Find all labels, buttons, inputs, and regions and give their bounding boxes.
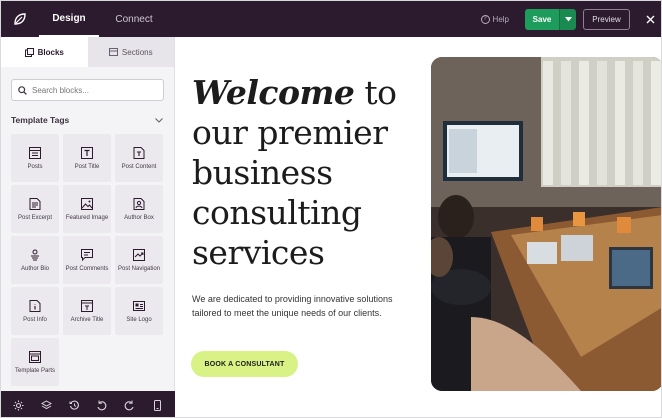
save-options-button[interactable] (559, 8, 576, 30)
block-post-title[interactable]: Post Title (63, 134, 111, 182)
search-box (11, 79, 164, 101)
post-content-icon (133, 146, 145, 159)
hero-headline[interactable]: Welcome to our premier business consulti… (192, 73, 412, 273)
save-group: Save (525, 8, 576, 30)
block-post-info[interactable]: Post Info (11, 287, 59, 335)
block-label: Post Excerpt (17, 214, 52, 221)
section-title: Template Tags (11, 115, 70, 125)
headline-emphasis: Welcome (192, 73, 355, 112)
post-title-icon (81, 146, 93, 159)
block-grid: Posts Post Title Post Content Post Excer… (11, 134, 165, 386)
layers-icon[interactable] (40, 399, 52, 411)
block-label: Post Info (23, 316, 47, 323)
blocks-icon (24, 47, 34, 57)
mobile-preview-icon[interactable] (152, 399, 163, 411)
block-archive-title[interactable]: Archive Title (63, 287, 111, 335)
block-label: Author Box (124, 214, 154, 221)
tab-sections-label: Sections (121, 47, 153, 57)
hero-photo[interactable] (431, 57, 661, 391)
meeting-room-image (431, 57, 661, 391)
close-button[interactable] (640, 1, 660, 37)
block-label: Post Comments (65, 265, 109, 272)
tab-blocks-label: Blocks (37, 47, 64, 57)
help-link[interactable]: ? Help (480, 14, 509, 24)
block-site-logo[interactable]: Site Logo (115, 287, 163, 335)
seedprod-logo-icon[interactable] (1, 1, 39, 37)
tab-connect[interactable]: Connect (99, 1, 169, 37)
app-window: Design Connect ? Help Save Preview Block… (0, 0, 662, 418)
post-info-icon (29, 299, 41, 312)
help-label: Help (492, 14, 509, 24)
block-label: Post Title (74, 163, 100, 170)
tab-sections[interactable]: Sections (87, 37, 174, 67)
block-featured-image[interactable]: Featured Image (63, 185, 111, 233)
posts-icon (29, 146, 41, 159)
topbar-actions: ? Help Save Preview (480, 1, 661, 37)
caret-down-icon (564, 16, 572, 21)
author-bio-icon (31, 249, 39, 260)
block-post-content[interactable]: Post Content (115, 134, 163, 182)
book-consultant-button[interactable]: BOOK A CONSULTANT (191, 351, 298, 377)
sidebar-tabs: Blocks Sections (1, 37, 174, 67)
settings-icon[interactable] (13, 400, 24, 411)
block-author-bio[interactable]: Author Bio (11, 236, 59, 284)
history-icon[interactable] (69, 400, 80, 411)
chevron-down-icon (155, 117, 163, 123)
block-template-parts[interactable]: Template Parts (11, 338, 59, 386)
undo-icon[interactable] (96, 400, 107, 411)
block-label: Posts (27, 163, 43, 170)
archive-title-icon (81, 299, 93, 312)
sidebar-footer (1, 391, 175, 417)
top-bar: Design Connect ? Help Save Preview (1, 1, 661, 37)
search-input[interactable] (32, 85, 152, 95)
help-icon: ? (480, 14, 490, 24)
block-label: Post Navigation (117, 265, 161, 272)
block-posts[interactable]: Posts (11, 134, 59, 182)
post-excerpt-icon (29, 197, 41, 210)
template-parts-icon (29, 350, 41, 363)
hero-paragraph[interactable]: We are dedicated to providing innovative… (192, 293, 402, 320)
block-post-excerpt[interactable]: Post Excerpt (11, 185, 59, 233)
block-post-comments[interactable]: Post Comments (63, 236, 111, 284)
save-button[interactable]: Save (525, 8, 559, 30)
redo-icon[interactable] (124, 400, 135, 411)
post-comments-icon (81, 248, 93, 261)
featured-image-icon (81, 197, 93, 210)
block-label: Post Content (121, 163, 157, 170)
site-logo-icon (133, 300, 145, 311)
block-label: Author Bio (20, 265, 50, 272)
block-label: Archive Title (70, 316, 104, 323)
sections-icon (108, 48, 118, 56)
block-label: Template Parts (14, 367, 56, 374)
block-label: Featured Image (65, 214, 109, 221)
search-icon (18, 85, 27, 95)
block-author-box[interactable]: Author Box (115, 185, 163, 233)
close-icon (646, 15, 654, 23)
block-label: Site Logo (126, 316, 152, 323)
author-box-icon (133, 197, 145, 210)
sidebar: Blocks Sections Template Tags Posts Post… (1, 37, 175, 417)
post-navigation-icon (133, 248, 145, 261)
tab-blocks[interactable]: Blocks (1, 37, 88, 67)
page-canvas: Welcome to our premier business consulti… (175, 37, 661, 417)
block-post-navigation[interactable]: Post Navigation (115, 236, 163, 284)
template-tags-header[interactable]: Template Tags (11, 115, 163, 125)
preview-button[interactable]: Preview (583, 8, 630, 30)
tab-design[interactable]: Design (39, 1, 99, 37)
